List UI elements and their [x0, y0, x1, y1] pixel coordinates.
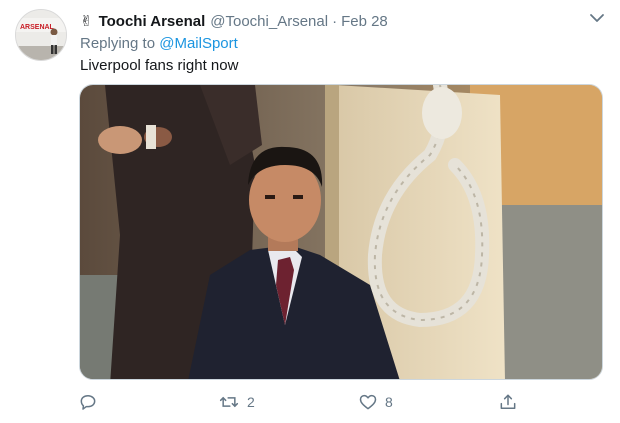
- chevron-down-icon: [590, 14, 604, 22]
- tweet-card[interactable]: ARSENAL ✌ Toochi Arsenal @Toochi_Arsenal…: [0, 0, 620, 423]
- replying-to-label: Replying to: [80, 35, 156, 52]
- like-count: 8: [385, 394, 393, 410]
- author-name[interactable]: Toochi Arsenal: [99, 13, 206, 30]
- share-icon: [500, 394, 516, 409]
- retweet-count: 2: [247, 394, 255, 410]
- retweet-button[interactable]: 2: [218, 388, 255, 416]
- avatar-image: ARSENAL: [16, 10, 66, 60]
- reply-icon: [80, 395, 96, 410]
- mention-link[interactable]: @MailSport: [159, 35, 238, 52]
- victory-hand-icon: ✌: [80, 12, 93, 30]
- separator-dot: ·: [332, 12, 338, 30]
- tweet-media[interactable]: [79, 84, 603, 380]
- heart-icon: [359, 394, 377, 410]
- tweet-header: ✌ Toochi Arsenal @Toochi_Arsenal · Feb 2…: [80, 11, 388, 31]
- replying-to: Replying to @MailSport: [80, 35, 238, 52]
- meme-photo: [80, 85, 602, 379]
- tweet-date[interactable]: Feb 28: [341, 13, 388, 30]
- tweet-text: Liverpool fans right now: [80, 57, 239, 74]
- avatar-text: ARSENAL: [20, 24, 55, 31]
- retweet-icon: [219, 396, 239, 408]
- reply-button[interactable]: [78, 388, 105, 416]
- share-button[interactable]: [498, 388, 518, 416]
- more-options-button[interactable]: [588, 11, 606, 25]
- tweet-actions: 2 8: [0, 388, 620, 416]
- author-handle[interactable]: @Toochi_Arsenal: [210, 13, 328, 30]
- avatar[interactable]: ARSENAL: [15, 9, 67, 61]
- like-button[interactable]: 8: [358, 388, 393, 416]
